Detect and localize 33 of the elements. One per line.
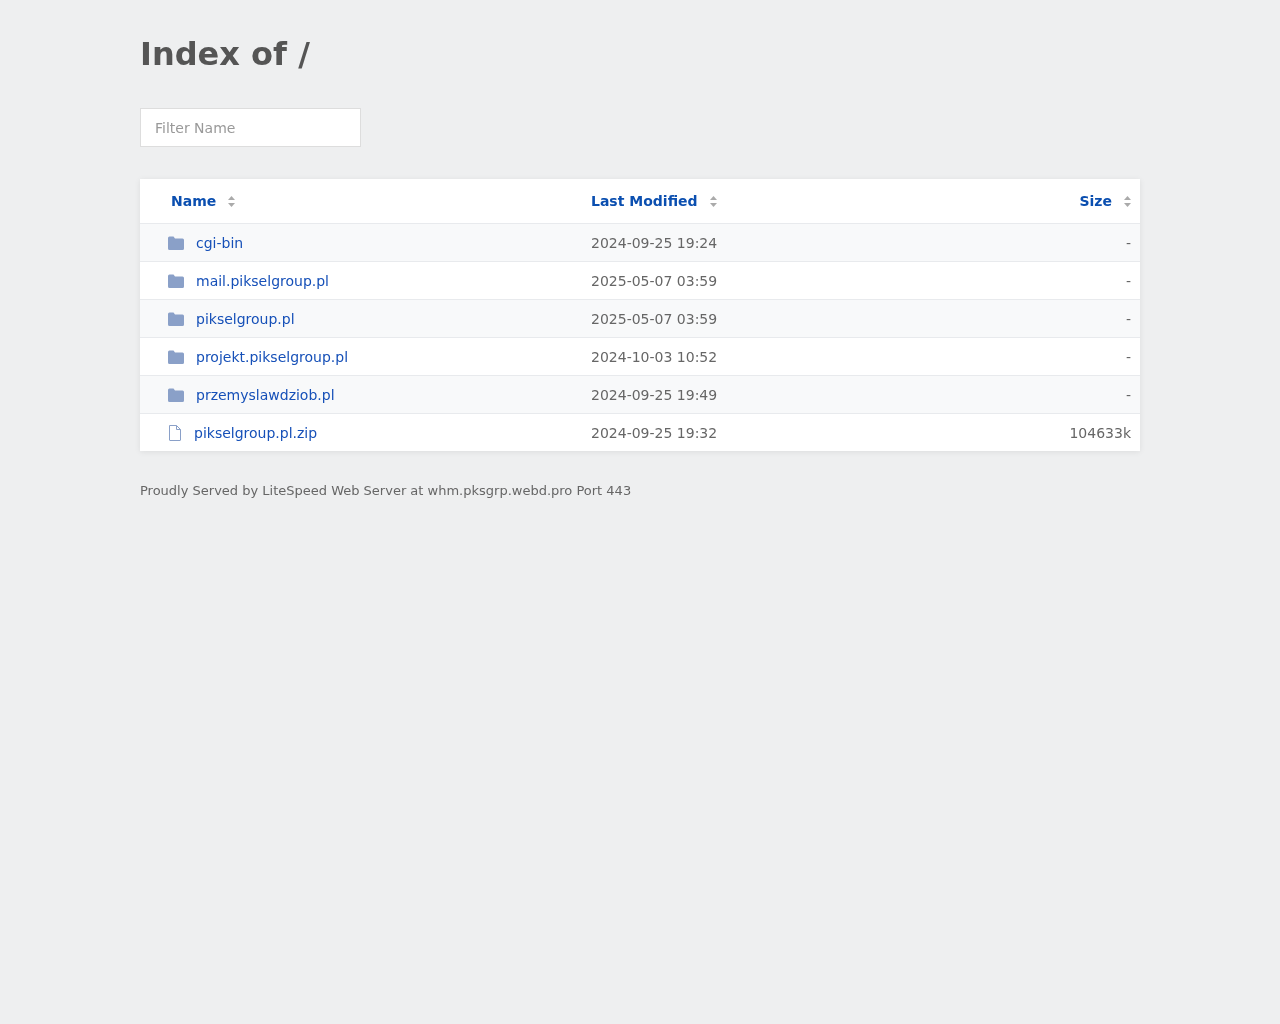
file-size: 104633k [1069,424,1131,441]
modified-date: 2024-09-25 19:24 [591,234,718,251]
modified-date: 2025-05-07 03:59 [591,272,718,289]
folder-icon [168,311,184,326]
folder-icon [168,235,184,250]
file-link[interactable]: projekt.pikselgroup.pl [196,348,349,365]
file-size: - [1125,386,1131,403]
column-header[interactable]: Size [1079,193,1112,209]
file-size: - [1125,272,1131,289]
modified-date: 2024-09-25 19:49 [591,386,718,403]
file-link[interactable]: pikselgroup.pl.zip [194,424,318,441]
sort-icon [1124,195,1131,207]
file-link[interactable]: cgi-bin [196,234,244,251]
file-link[interactable]: mail.pikselgroup.pl [196,272,329,289]
file-size: - [1125,348,1131,365]
modified-date: 2024-09-25 19:32 [591,424,718,441]
file-link[interactable]: przemyslawdziob.pl [196,386,335,403]
column-header[interactable]: Name [171,193,217,209]
server-footer: Proudly Served by LiteSpeed Web Server at whm.pksgrp.webd.pro Port 443 [140,483,1140,498]
sort-icon [228,195,236,207]
filter-input[interactable]: Filter Name [140,108,361,147]
column-header[interactable]: Last Modified [591,193,698,209]
page-title: Index of / [140,34,311,75]
folder-icon [168,273,184,288]
modified-date: 2025-05-07 03:59 [591,310,718,327]
folder-icon [168,387,184,402]
file-icon [168,424,182,441]
file-link[interactable]: pikselgroup.pl [196,310,295,327]
modified-date: 2024-10-03 10:52 [591,348,718,365]
folder-icon [168,349,184,364]
sort-icon [709,195,717,207]
file-size: - [1125,234,1131,251]
file-size: - [1125,310,1131,327]
